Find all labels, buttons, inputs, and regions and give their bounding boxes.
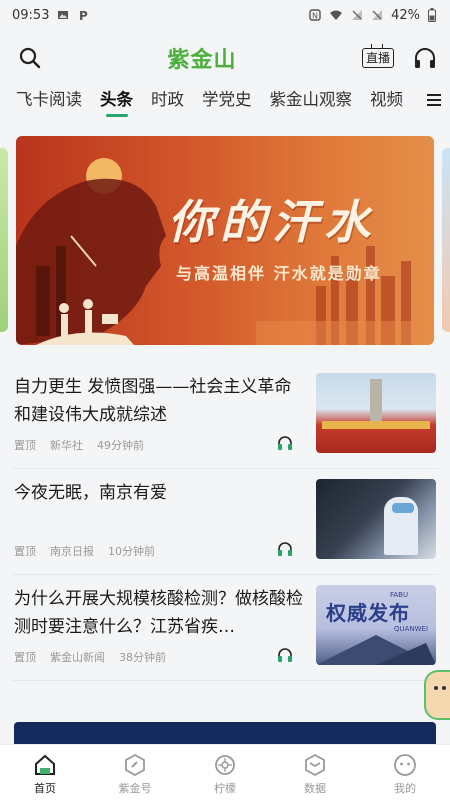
data-icon (305, 753, 325, 777)
bottom-tabbar: 首页 紫金号 柠檬 数据 我的 (0, 744, 450, 800)
thumb-small-2: QUANWEI (394, 625, 429, 633)
tab-politics[interactable]: 时政 (151, 80, 184, 120)
tab-party-history[interactable]: 学党史 (202, 80, 252, 120)
news-title: 为什么开展大规模核酸检测？做核酸检测时要注意什么？江苏省疾… (14, 589, 303, 637)
news-source: 新华社 (50, 439, 83, 452)
menu-icon (427, 94, 441, 106)
banner-slide[interactable]: 你的汗水 与高温相伴 汗水就是勋章 (16, 136, 434, 345)
live-button[interactable]: 直播 (361, 48, 394, 68)
battery-percent: 42% (391, 7, 420, 23)
banner-title: 你的汗水 (168, 195, 376, 249)
news-list: 自力更生 发愤图强——社会主义革命和建设伟大成就综述 置顶 新华社 49分钟前 … (0, 363, 450, 681)
news-time: 10分钟前 (108, 545, 155, 558)
floating-mascot[interactable] (424, 670, 450, 720)
profile-icon (394, 754, 416, 776)
tabbar-home[interactable]: 首页 (15, 753, 75, 796)
channel-tabs: 飞卡阅读 头条 时政 学党史 紫金山观察 视频 (0, 80, 450, 120)
tab-headlines[interactable]: 头条 (100, 80, 133, 120)
thumb-red-banner (322, 421, 430, 429)
pin-tag: 置顶 (14, 651, 36, 664)
tabbar-label: 紫金号 (118, 782, 152, 795)
news-source: 紫金山新闻 (50, 651, 105, 664)
thumb-title: 权威发布 (326, 601, 410, 625)
mascot-eye (434, 686, 438, 690)
pin-tag: 置顶 (14, 545, 36, 558)
thumb-monument (370, 379, 382, 423)
signal-off-icon-2 (372, 10, 383, 20)
listen-icon[interactable] (277, 435, 293, 451)
tabbar-label: 柠檬 (214, 782, 236, 795)
thumb-small-text-2: QUANWEI (394, 625, 428, 633)
p-app-icon: P (79, 9, 88, 21)
thumb-mountain-2 (376, 643, 436, 665)
news-item[interactable]: 自力更生 发愤图强——社会主义革命和建设伟大成就综述 置顶 新华社 49分钟前 (12, 363, 438, 469)
headphones-icon[interactable] (412, 45, 438, 71)
tabbar-label: 首页 (34, 782, 56, 795)
news-item[interactable]: 今夜无眠，南京有爱 置顶 南京日报 10分钟前 (12, 469, 438, 575)
lemon-icon (215, 755, 235, 775)
app-logo: 紫金山 (167, 47, 237, 73)
tabbar-zijinhao[interactable]: 紫金号 (105, 753, 165, 796)
tabbar-profile[interactable]: 我的 (375, 753, 435, 796)
listen-icon[interactable] (277, 541, 293, 557)
zijin-icon (125, 753, 145, 777)
news-thumbnail (316, 479, 436, 559)
tab-feika[interactable]: 飞卡阅读 (16, 80, 82, 120)
tabbar-lemon[interactable]: 柠檬 (195, 753, 255, 796)
search-icon[interactable] (18, 46, 42, 70)
news-source: 南京日报 (50, 545, 94, 558)
wifi-icon (330, 10, 343, 20)
pin-tag: 置顶 (14, 439, 36, 452)
home-icon (35, 754, 55, 775)
tabbar-label: 我的 (394, 782, 416, 795)
battery-icon (428, 8, 436, 22)
app-header: 紫金山 直播 (0, 36, 450, 80)
news-meta: 置顶 紫金山新闻 38分钟前 (14, 649, 166, 665)
banner-subtitle-text: 与高温相伴 汗水就是勋章 (176, 264, 382, 283)
tab-video[interactable]: 视频 (370, 80, 403, 120)
news-time: 49分钟前 (97, 439, 144, 452)
news-thumbnail (316, 373, 436, 453)
tabbar-label: 数据 (304, 782, 326, 795)
signal-off-icon (352, 10, 363, 20)
banner-carousel[interactable]: 你的汗水 与高温相伴 汗水就是勋章 (0, 136, 450, 351)
gallery-icon (58, 11, 69, 19)
tabbar-data[interactable]: 数据 (285, 753, 345, 796)
carousel-prev-peek (0, 148, 8, 332)
banner-subtitle: 与高温相伴 汗水就是勋章 (176, 260, 382, 284)
carousel-next-peek (442, 148, 450, 332)
news-item[interactable]: 为什么开展大规模核酸检测？做核酸检测时要注意什么？江苏省疾… 置顶 紫金山新闻 … (12, 575, 438, 681)
svg-text:P: P (79, 9, 88, 21)
news-time: 38分钟前 (119, 651, 166, 664)
nfc-icon: N (309, 9, 321, 21)
news-title: 今夜无眠，南京有爱 (14, 483, 167, 503)
channel-menu-button[interactable] (418, 80, 450, 120)
tab-zijinshan-observe[interactable]: 紫金山观察 (270, 80, 353, 120)
listen-icon[interactable] (277, 647, 293, 663)
news-title: 自力更生 发愤图强——社会主义革命和建设伟大成就综述 (14, 377, 292, 425)
svg-text:N: N (312, 12, 318, 21)
status-bar: 09:53 P N 42% (0, 0, 450, 30)
thumb-face-shield (392, 503, 414, 513)
mascot-eye (442, 686, 446, 690)
news-thumbnail: FABU 权威发布 QUANWEI (316, 585, 436, 665)
news-meta: 置顶 新华社 49分钟前 (14, 437, 144, 453)
news-meta: 置顶 南京日报 10分钟前 (14, 543, 155, 559)
status-time: 09:53 (12, 7, 50, 23)
